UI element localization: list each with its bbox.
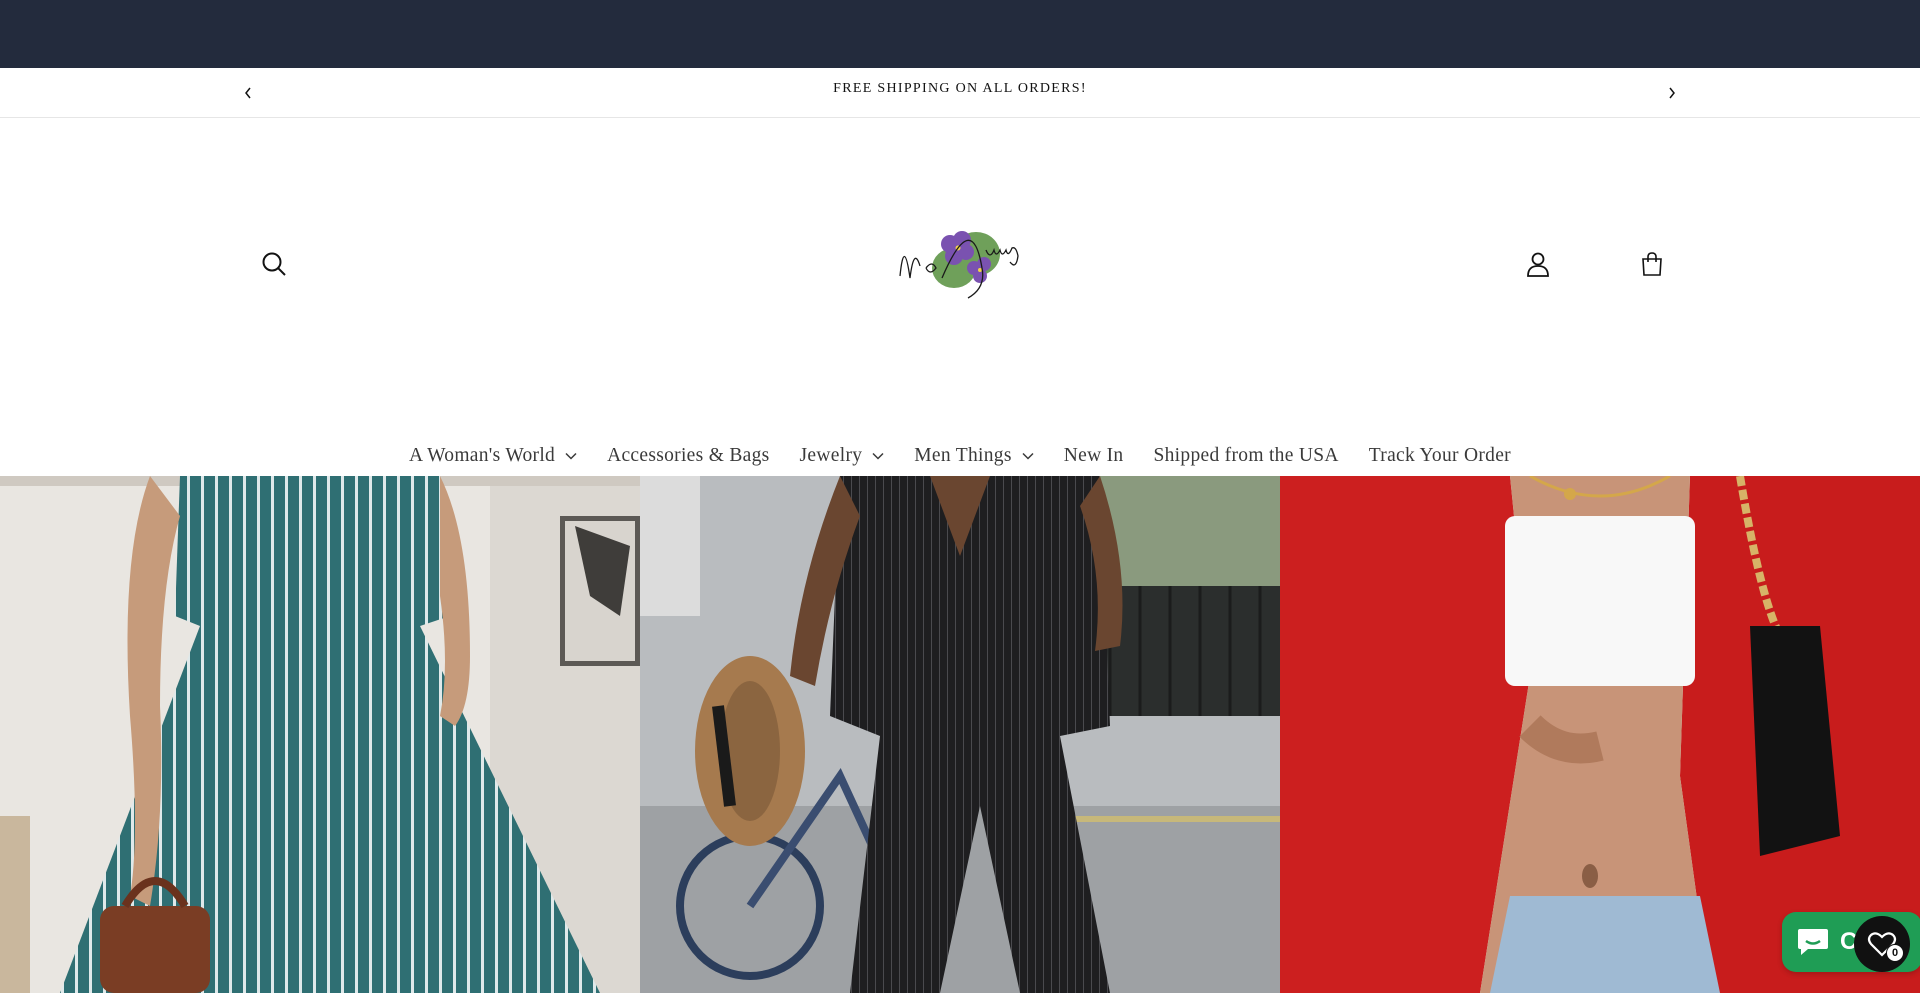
wishlist-button[interactable] (1854, 916, 1910, 972)
chevron-down-icon (565, 452, 577, 460)
chevron-down-icon (872, 452, 884, 460)
cart-icon (1642, 252, 1662, 276)
chevron-down-icon (1022, 452, 1034, 460)
hero-panel-striped-dress[interactable] (0, 476, 640, 993)
nav-item-label: Jewelry (799, 445, 863, 466)
nav-item-womens-world[interactable]: A Woman's World (394, 445, 592, 467)
nav-item-label: A Woman's World (409, 445, 556, 466)
nav-item-shipped-from-usa[interactable]: Shipped from the USA (1138, 445, 1353, 467)
hero-panel-pinstripe-suit[interactable] (640, 476, 1280, 993)
hero-banner[interactable] (0, 476, 1920, 993)
nav-item-label: Men Things (914, 445, 1012, 466)
search-icon (262, 252, 286, 276)
store-logo[interactable] (884, 206, 1034, 306)
user-icon (1527, 252, 1549, 277)
nav-item-label: Track Your Order (1368, 445, 1511, 466)
announcement-bar: FREE SHIPPING ON ALL ORDERS! (0, 68, 1920, 118)
account-button[interactable] (1520, 246, 1556, 282)
wishlist-count-badge: 0 (1886, 944, 1904, 962)
nav-item-label: Shipped from the USA (1153, 445, 1339, 466)
search-button[interactable] (256, 246, 292, 282)
nav-item-new-in[interactable]: New In (1049, 445, 1139, 467)
main-nav: A Woman's World Accessories & Bags Jewel… (0, 436, 1920, 476)
logo-image (899, 231, 1019, 299)
nav-item-track-order[interactable]: Track Your Order (1354, 445, 1526, 467)
cart-button[interactable] (1634, 246, 1670, 282)
pinstripe-suit-photo (640, 476, 1280, 993)
site-header: A Woman's World Accessories & Bags Jewel… (0, 118, 1920, 476)
announcement-text: FREE SHIPPING ON ALL ORDERS! (833, 81, 1087, 96)
striped-dress-photo (0, 476, 640, 993)
nav-item-men-things[interactable]: Men Things (899, 445, 1048, 467)
announcement-next-button[interactable] (1661, 82, 1683, 104)
nav-item-accessories-bags[interactable]: Accessories & Bags (592, 445, 784, 467)
nav-item-label: Accessories & Bags (607, 445, 770, 466)
top-bar (0, 0, 1920, 68)
nav-item-label: New In (1063, 445, 1124, 466)
nav-item-jewelry[interactable]: Jewelry (785, 445, 900, 467)
chevron-right-icon (1669, 87, 1675, 99)
chat-bubble-icon (1798, 929, 1828, 955)
